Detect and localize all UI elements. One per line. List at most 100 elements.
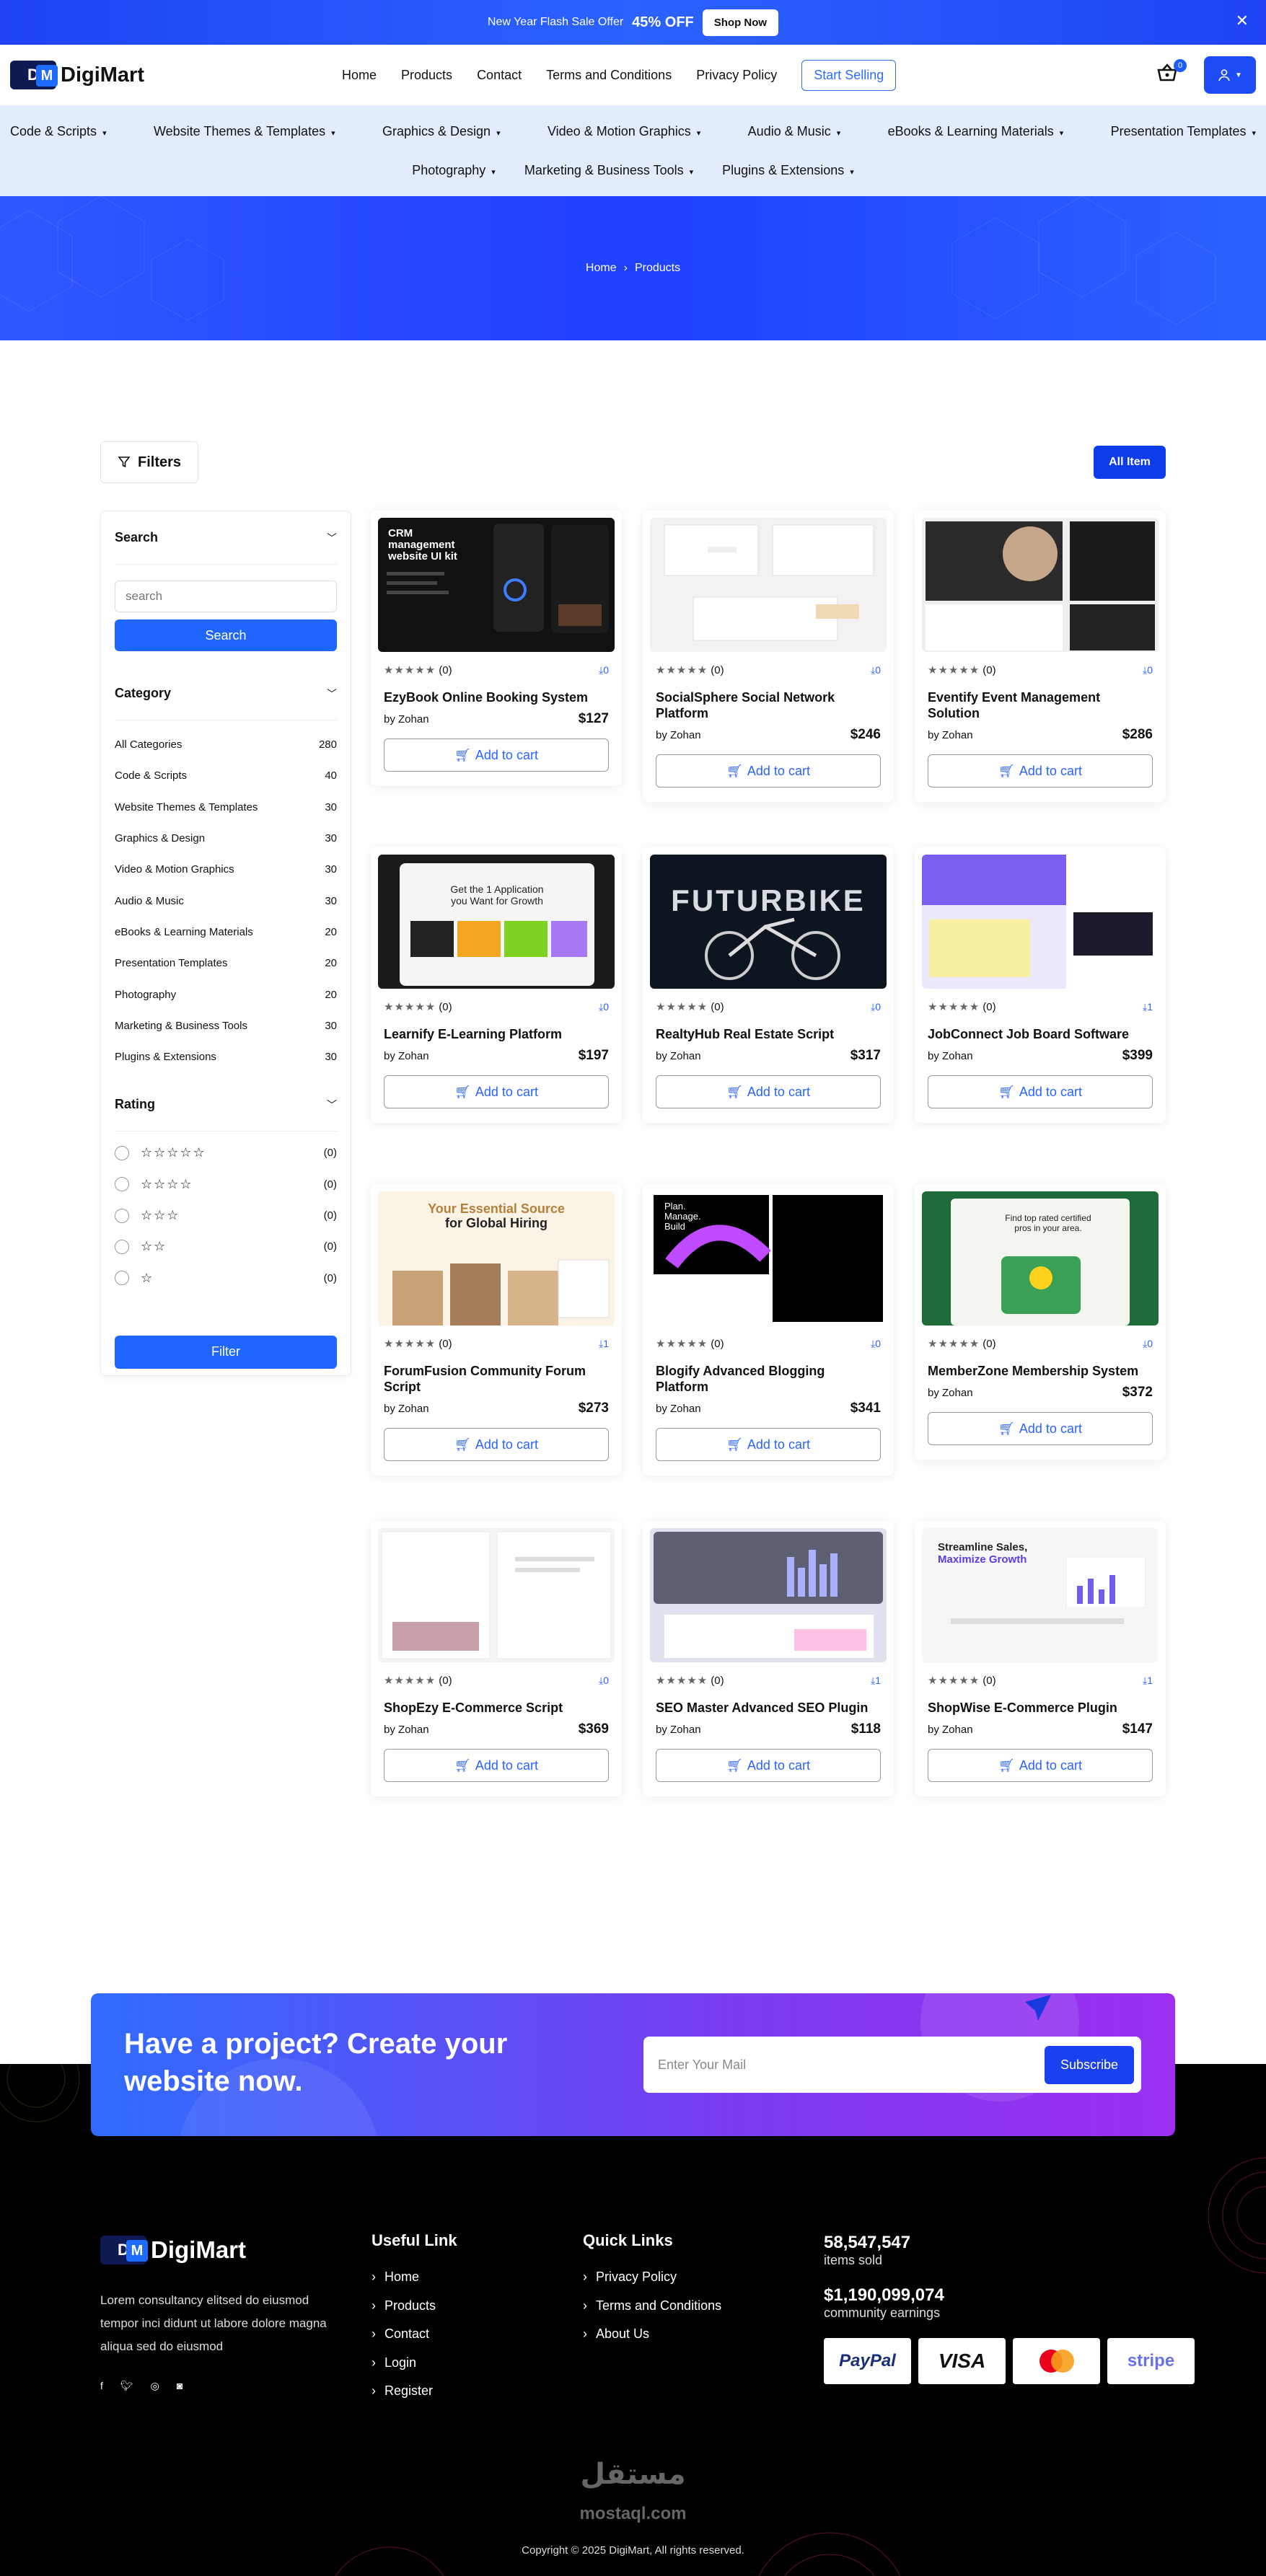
category-filter-item[interactable]: Presentation Templates 20 <box>115 948 337 979</box>
category-menu-item[interactable]: Audio & Music ▾ <box>748 124 841 139</box>
rating-radio[interactable] <box>115 1208 129 1223</box>
add-to-cart-button[interactable]: 🛒︎ Add to cart <box>928 1412 1153 1445</box>
product-title[interactable]: JobConnect Job Board Software <box>922 1026 1159 1042</box>
filter-button[interactable]: Filter <box>115 1335 337 1369</box>
product-card[interactable]: Get the 1 Application you Want for Growt… <box>371 847 622 1123</box>
add-to-cart-button[interactable]: 🛒︎ Add to cart <box>928 1075 1153 1108</box>
category-menu-item[interactable]: Plugins & Extensions ▾ <box>722 163 854 178</box>
product-thumbnail[interactable]: Get the 1 Application you Want for Growt… <box>378 855 615 989</box>
all-item-button[interactable]: All Item <box>1094 446 1166 479</box>
add-to-cart-button[interactable]: 🛒︎ Add to cart <box>656 1075 881 1108</box>
product-title[interactable]: ForumFusion Community Forum Script <box>378 1363 615 1395</box>
add-to-cart-button[interactable]: 🛒︎ Add to cart <box>656 1749 881 1782</box>
newsletter-email-input[interactable]: Enter Your Mail <box>658 2057 746 2073</box>
product-title[interactable]: MemberZone Membership System <box>922 1363 1159 1379</box>
product-title[interactable]: Learnify E-Learning Platform <box>378 1026 615 1042</box>
product-thumbnail[interactable]: CRM management website UI kit <box>378 518 615 652</box>
product-title[interactable]: Eventify Event Management Solution <box>922 689 1159 721</box>
logo[interactable]: DM DigiMart <box>10 61 342 89</box>
product-card[interactable]: ★★★★★ (0) ⤓0 ShopEzy E-Commerce Script by Zo… <box>371 1521 622 1796</box>
subscribe-button[interactable]: Subscribe <box>1044 2045 1134 2084</box>
footer-link[interactable]: › Privacy Policy <box>583 2263 721 2292</box>
category-filter-item[interactable]: Website Themes & Templates 30 <box>115 792 337 823</box>
category-filter-item[interactable]: Graphics & Design 30 <box>115 823 337 854</box>
sidebar-search-input[interactable]: search <box>115 581 337 612</box>
nav-home[interactable]: Home <box>342 68 377 83</box>
product-thumbnail[interactable]: Your Essential Source for Global Hiring <box>378 1191 615 1326</box>
category-menu-item[interactable]: Graphics & Design ▾ <box>382 124 501 139</box>
product-card[interactable]: Plan. Manage. Build ★★★★★ (0) ⤓0 Blogify Adv… <box>643 1184 894 1476</box>
footer-link[interactable]: › Register <box>372 2377 457 2406</box>
footer-link[interactable]: › Login <box>372 2349 457 2378</box>
cart-button[interactable]: 0 <box>1156 58 1187 87</box>
product-title[interactable]: SocialSphere Social Network Platform <box>650 689 887 721</box>
product-thumbnail[interactable]: FUTURBIKE <box>650 855 887 989</box>
category-filter-item[interactable]: Plugins & Extensions 30 <box>115 1041 337 1072</box>
footer-link[interactable]: › Products <box>372 2292 457 2321</box>
rating-filter-item[interactable]: ☆☆ (0) <box>115 1231 337 1262</box>
product-card[interactable]: ★★★★★ (0) ⤓1 SEO Master Advanced SEO Plugin… <box>643 1521 894 1796</box>
category-menu-item[interactable]: Code & Scripts ▾ <box>10 124 107 139</box>
product-thumbnail[interactable] <box>922 518 1159 652</box>
product-thumbnail[interactable]: Streamline Sales, Maximize Growth <box>922 1528 1159 1662</box>
footer-link[interactable]: › About Us <box>583 2320 721 2349</box>
nav-contact[interactable]: Contact <box>477 68 522 83</box>
category-filter-item[interactable]: Marketing & Business Tools 30 <box>115 1010 337 1041</box>
rating-section-header[interactable]: Rating ﹀ <box>115 1078 337 1132</box>
rating-filter-item[interactable]: ☆☆☆☆ (0) <box>115 1169 337 1200</box>
breadcrumb-home[interactable]: Home <box>586 262 617 275</box>
product-card[interactable]: Find top rated certified pros in your ar… <box>915 1184 1166 1460</box>
product-thumbnail[interactable] <box>922 855 1159 989</box>
rating-filter-item[interactable]: ☆☆☆ (0) <box>115 1200 337 1231</box>
rating-radio[interactable] <box>115 1271 129 1286</box>
product-card[interactable]: ★★★★★ (0) ⤓0 Eventify Event Management Solu… <box>915 511 1166 802</box>
product-thumbnail[interactable] <box>378 1528 615 1662</box>
add-to-cart-button[interactable]: 🛒︎ Add to cart <box>928 1749 1153 1782</box>
add-to-cart-button[interactable]: 🛒︎ Add to cart <box>384 738 609 772</box>
category-filter-item[interactable]: Video & Motion Graphics 30 <box>115 854 337 885</box>
product-title[interactable]: ShopEzy E-Commerce Script <box>378 1700 615 1716</box>
product-card[interactable]: CRM management website UI kit ★★★★★ (0) ⤓0 E… <box>371 511 622 786</box>
footer-link[interactable]: › Terms and Conditions <box>583 2292 721 2321</box>
user-menu-button[interactable]: ▼ <box>1204 56 1256 94</box>
product-title[interactable]: RealtyHub Real Estate Script <box>650 1026 887 1042</box>
footer-link[interactable]: › Contact <box>372 2320 457 2349</box>
product-card[interactable]: FUTURBIKE ★★★★★ (0) ⤓0 RealtyHub Real Estate… <box>643 847 894 1123</box>
category-menu-item[interactable]: Photography ▾ <box>412 163 496 178</box>
instagram-icon[interactable]: ◎ <box>151 2380 159 2392</box>
product-thumbnail[interactable] <box>650 1528 887 1662</box>
rating-radio[interactable] <box>115 1239 129 1254</box>
product-title[interactable]: ShopWise E-Commerce Plugin <box>922 1700 1159 1716</box>
product-title[interactable]: EzyBook Online Booking System <box>378 689 615 705</box>
shop-now-button[interactable]: Shop Now <box>702 9 779 36</box>
footer-link[interactable]: › Home <box>372 2263 457 2292</box>
rating-filter-item[interactable]: ☆☆☆☆☆ (0) <box>115 1137 337 1168</box>
facebook-icon[interactable]: f <box>100 2380 103 2392</box>
product-card[interactable]: ★★★★★ (0) ⤓0 SocialSphere Social Network Pl… <box>643 511 894 802</box>
nav-terms[interactable]: Terms and Conditions <box>546 68 672 83</box>
category-menu-item[interactable]: eBooks & Learning Materials ▾ <box>888 124 1064 139</box>
search-section-header[interactable]: Search ﹀ <box>115 511 337 565</box>
product-card[interactable]: Your Essential Source for Global Hiring ★★… <box>371 1184 622 1476</box>
product-card[interactable]: ★★★★★ (0) ⤓1 JobConnect Job Board Software b… <box>915 847 1166 1123</box>
category-filter-item[interactable]: All Categories 280 <box>115 729 337 760</box>
nav-privacy[interactable]: Privacy Policy <box>696 68 777 83</box>
category-menu-item[interactable]: Video & Motion Graphics ▾ <box>548 124 700 139</box>
category-menu-item[interactable]: Marketing & Business Tools ▾ <box>524 163 693 178</box>
discord-icon[interactable]: ◙ <box>177 2380 183 2392</box>
add-to-cart-button[interactable]: 🛒︎ Add to cart <box>656 754 881 788</box>
rating-radio[interactable] <box>115 1145 129 1160</box>
filters-button[interactable]: Filters <box>100 441 198 483</box>
category-menu-item[interactable]: Website Themes & Templates ▾ <box>154 124 335 139</box>
product-title[interactable]: SEO Master Advanced SEO Plugin <box>650 1700 887 1716</box>
product-thumbnail[interactable]: Find top rated certified pros in your ar… <box>922 1191 1159 1326</box>
rating-radio[interactable] <box>115 1177 129 1192</box>
add-to-cart-button[interactable]: 🛒︎ Add to cart <box>656 1428 881 1461</box>
add-to-cart-button[interactable]: 🛒︎ Add to cart <box>384 1428 609 1461</box>
add-to-cart-button[interactable]: 🛒︎ Add to cart <box>928 754 1153 788</box>
category-section-header[interactable]: Category ﹀ <box>115 667 337 720</box>
rating-filter-item[interactable]: ☆ (0) <box>115 1262 337 1293</box>
product-title[interactable]: Blogify Advanced Blogging Platform <box>650 1363 887 1395</box>
product-thumbnail[interactable] <box>650 518 887 652</box>
close-icon[interactable]: ✕ <box>1236 12 1249 30</box>
